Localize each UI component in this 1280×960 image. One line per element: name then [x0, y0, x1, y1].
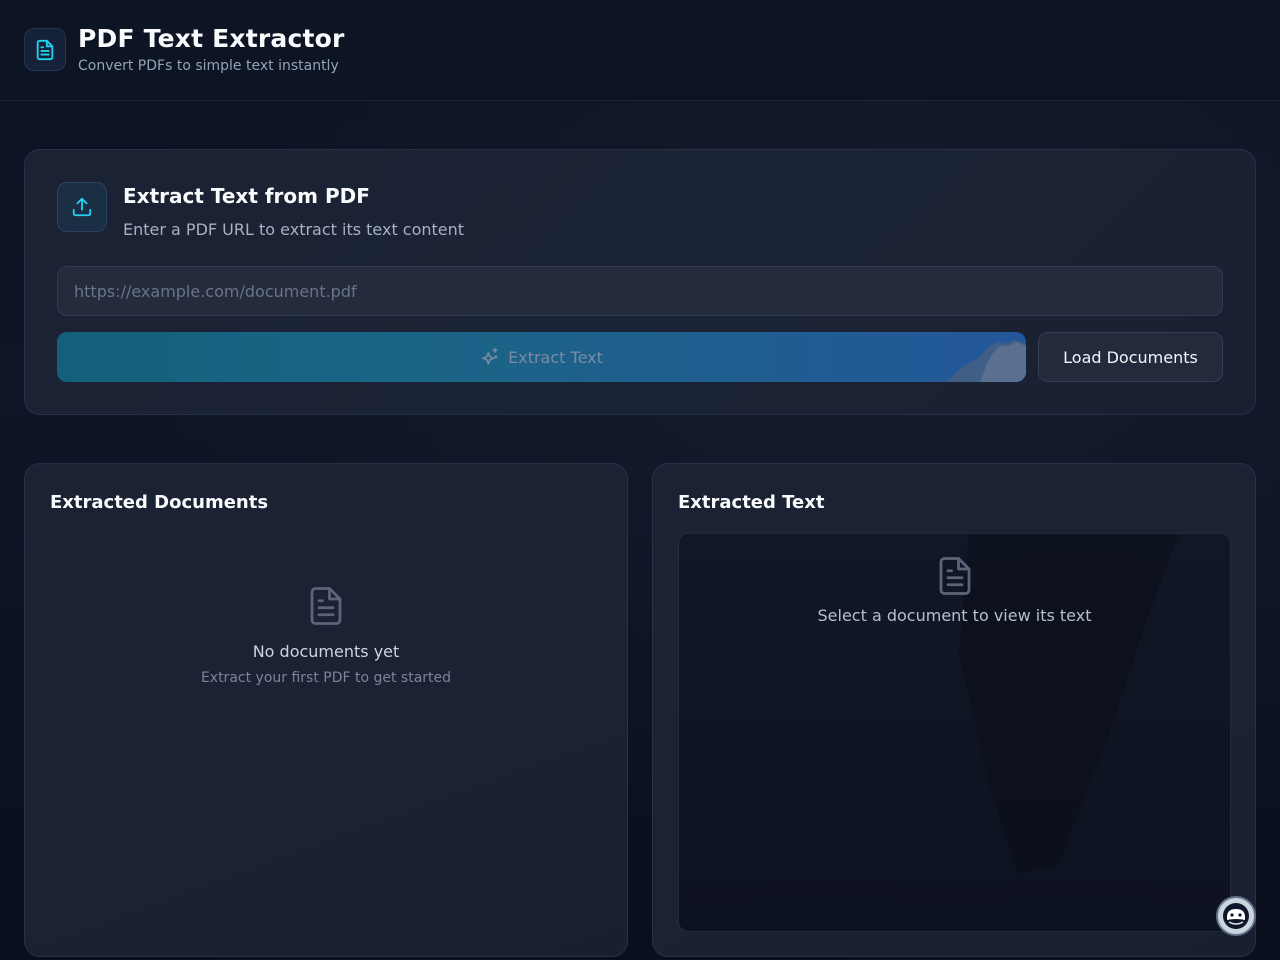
file-text-icon: [934, 552, 976, 600]
documents-empty-state: No documents yet Extract your first PDF …: [25, 582, 627, 686]
extract-text-button[interactable]: Extract Text: [57, 332, 1026, 382]
extract-card: Extract Text from PDF Enter a PDF URL to…: [24, 149, 1256, 415]
extract-card-title: Extract Text from PDF: [123, 184, 370, 208]
extracted-text-panel: Extracted Text Select a document to view…: [652, 463, 1256, 957]
file-text-icon: [24, 28, 66, 71]
extract-text-button-label: Extract Text: [508, 347, 603, 367]
load-documents-button[interactable]: Load Documents: [1038, 332, 1223, 382]
documents-empty-title: No documents yet: [252, 642, 400, 661]
documents-panel-title: Extracted Documents: [50, 492, 269, 513]
button-decoration: [946, 340, 1026, 382]
text-empty-state: Select a document to view its text: [679, 552, 1230, 625]
app-subtitle: Convert PDFs to simple text instantly: [78, 58, 339, 74]
app-header: PDF Text Extractor Convert PDFs to simpl…: [0, 0, 1280, 101]
assistant-button[interactable]: [1216, 896, 1256, 936]
sparkles-icon: [480, 347, 500, 367]
documents-empty-subtitle: Extract your first PDF to get started: [200, 670, 452, 686]
upload-icon: [57, 182, 107, 232]
pdf-url-input[interactable]: [57, 266, 1223, 316]
text-panel-title: Extracted Text: [678, 492, 825, 513]
assistant-icon: [1221, 901, 1251, 931]
extract-card-subtitle: Enter a PDF URL to extract its text cont…: [123, 220, 465, 239]
app-title: PDF Text Extractor: [78, 24, 345, 53]
text-empty-message: Select a document to view its text: [817, 606, 1092, 625]
file-text-icon: [305, 582, 347, 630]
extracted-text-viewer[interactable]: Select a document to view its text: [678, 533, 1231, 932]
extracted-documents-panel: Extracted Documents No documents yet Ext…: [24, 463, 628, 957]
